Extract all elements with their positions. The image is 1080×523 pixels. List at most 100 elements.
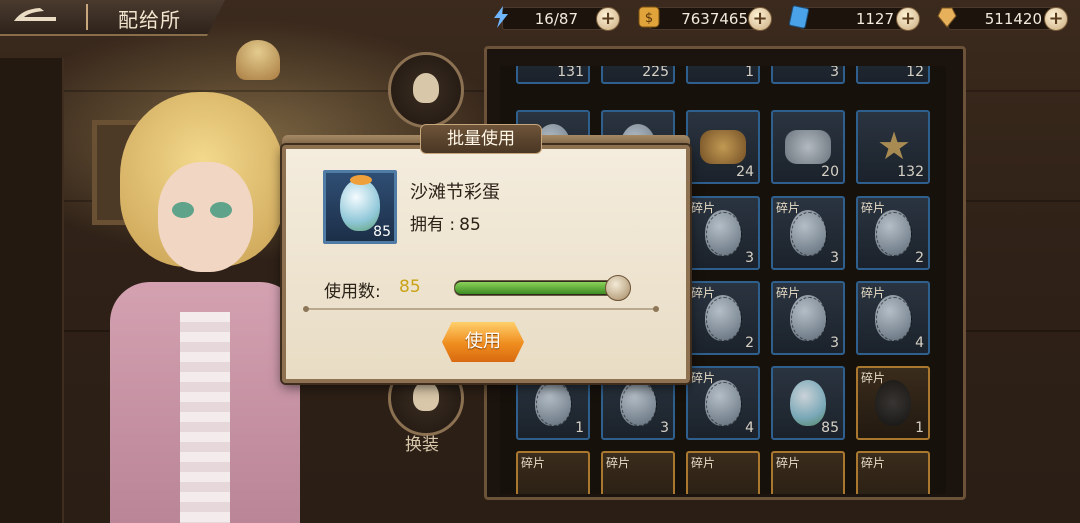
inventory-cell[interactable]: 碎片 1: [856, 366, 930, 440]
gems-value: 511420: [984, 10, 1042, 28]
character-face: [158, 162, 253, 272]
dialog-title: 批量使用: [420, 124, 542, 154]
item-quantity: 85: [821, 420, 839, 436]
lightning-icon: [494, 6, 508, 28]
item-icon-quantity: 85: [373, 224, 391, 240]
item-quantity: 2: [915, 250, 924, 266]
character-eye: [210, 202, 232, 218]
fragment-label: 碎片: [776, 286, 801, 300]
fragment-label: 碎片: [691, 201, 716, 215]
resource-stamina: 16/87 +: [488, 4, 622, 31]
inventory-cell[interactable]: 碎片 4: [686, 366, 760, 440]
add-tickets-button[interactable]: +: [896, 7, 920, 31]
inventory-cell[interactable]: 碎片 2: [856, 196, 930, 270]
crack-overlay: [876, 297, 912, 341]
item-quantity: 4: [915, 335, 924, 351]
add-gold-button[interactable]: +: [748, 7, 772, 31]
add-gems-button[interactable]: +: [1044, 7, 1068, 31]
fragment-label: 碎片: [861, 201, 886, 215]
crack-overlay: [706, 297, 742, 341]
character-eye: [172, 202, 194, 218]
item-quantity: 3: [745, 250, 754, 266]
gift-side-button[interactable]: [388, 52, 464, 128]
inventory-cell[interactable]: 131: [516, 66, 590, 84]
resource-gold: $ 7637465 +: [636, 4, 772, 31]
crack-overlay: [876, 212, 912, 256]
inventory-cell[interactable]: 132: [856, 110, 930, 184]
inventory-cell[interactable]: 12: [856, 66, 930, 84]
top-bar: 配给所 16/87 + $ 7637465 + 1127 + 511420 +: [0, 0, 1080, 36]
item-quantity: 1: [745, 66, 754, 80]
character-portrait: [110, 92, 300, 523]
fragment-label: 碎片: [861, 286, 886, 300]
resource-tickets: 1127 +: [786, 4, 920, 31]
inventory-cell[interactable]: 碎片: [856, 451, 930, 494]
fragment-label: 碎片: [861, 456, 886, 470]
fragment-label: 碎片: [776, 201, 801, 215]
owned-label: 拥有 :: [410, 215, 456, 235]
page-title: 配给所: [118, 10, 181, 32]
use-button[interactable]: 使用: [442, 322, 524, 362]
inventory-cell[interactable]: 20: [771, 110, 845, 184]
slider-handle[interactable]: [605, 275, 631, 301]
item-quantity: 225: [642, 66, 669, 80]
item-quantity: 1: [915, 420, 924, 436]
inventory-cell[interactable]: 24: [686, 110, 760, 184]
silver-chest-icon: [785, 130, 831, 164]
inventory-cell[interactable]: 85: [771, 366, 845, 440]
item-quantity: 24: [736, 164, 754, 180]
item-quantity: 3: [660, 420, 669, 436]
title-ornament: [86, 4, 102, 30]
crack-overlay: [706, 382, 742, 426]
dialog-divider: [303, 306, 659, 312]
item-name: 沙滩节彩蛋: [410, 182, 500, 203]
dark-cabinet: [0, 58, 64, 523]
item-quantity: 3: [830, 250, 839, 266]
hat-decoration: [350, 175, 372, 185]
fragment-label: 碎片: [521, 456, 546, 470]
slider-fill: [455, 282, 617, 294]
crack-overlay: [791, 212, 827, 256]
inventory-cell[interactable]: 碎片: [601, 451, 675, 494]
inventory-cell[interactable]: 碎片 2: [686, 281, 760, 355]
resource-gems: 511420 +: [934, 4, 1070, 31]
change-outfit-label: 换装: [405, 435, 439, 455]
coin-icon: $: [638, 6, 660, 28]
gold-value: 7637465: [681, 10, 748, 28]
inventory-cell[interactable]: 碎片 3: [686, 196, 760, 270]
use-count-slider[interactable]: [454, 275, 631, 301]
inventory-cell[interactable]: 碎片: [686, 451, 760, 494]
fragment-label: 碎片: [776, 456, 801, 470]
inventory-cell[interactable]: 碎片 4: [856, 281, 930, 355]
fragment-label: 碎片: [691, 456, 716, 470]
blue-card-icon: [788, 5, 810, 29]
inventory-cell[interactable]: 碎片 3: [771, 196, 845, 270]
fragment-label: 碎片: [691, 371, 716, 385]
item-quantity: 1: [575, 420, 584, 436]
inventory-cell[interactable]: 碎片 3: [771, 281, 845, 355]
item-quantity: 3: [830, 66, 839, 80]
use-count-value: 85: [399, 277, 421, 297]
svg-text:$: $: [645, 11, 653, 26]
item-quantity: 4: [745, 420, 754, 436]
inventory-cell[interactable]: 碎片: [516, 451, 590, 494]
inventory-cell[interactable]: 225: [601, 66, 675, 84]
fragment-label: 碎片: [691, 286, 716, 300]
owned-line: 拥有 :85: [410, 210, 481, 235]
use-count-label: 使用数:: [324, 282, 381, 302]
add-stamina-button[interactable]: +: [596, 7, 620, 31]
item-quantity: 12: [906, 66, 924, 80]
item-quantity: 131: [557, 66, 584, 80]
inventory-cell[interactable]: 3: [771, 66, 845, 84]
crack-overlay: [791, 297, 827, 341]
item-quantity: 20: [821, 164, 839, 180]
inventory-cell[interactable]: 碎片: [771, 451, 845, 494]
fragment-label: 碎片: [861, 371, 886, 385]
inventory-cell[interactable]: 1: [686, 66, 760, 84]
fragment-label: 碎片: [606, 456, 631, 470]
item-quantity: 3: [830, 335, 839, 351]
back-button[interactable]: 配给所: [0, 0, 225, 36]
dialog-item-icon: 85: [323, 170, 397, 244]
owned-value: 85: [459, 215, 481, 235]
treasure-chest-icon: [700, 130, 746, 164]
